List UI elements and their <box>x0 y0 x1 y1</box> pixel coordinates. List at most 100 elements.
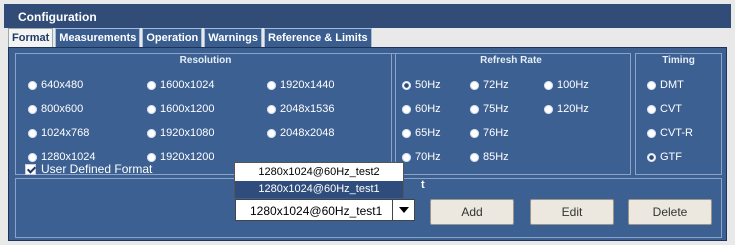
radio-label: 50Hz <box>415 79 441 91</box>
radio-res-1920x1440[interactable]: 1920x1440 <box>267 79 334 91</box>
radio-dot-selected <box>402 80 411 90</box>
radio-label: 1920x1080 <box>160 127 215 139</box>
radio-label: 2048x1536 <box>280 103 335 115</box>
radio-label: 75Hz <box>483 103 509 115</box>
checkbox-label: User Defined Format <box>41 162 153 176</box>
radio-dot <box>647 104 656 114</box>
configuration-window: Configuration Format Measurements Operat… <box>0 0 735 245</box>
format-select[interactable]: 1280x1024@60Hz_test1 <box>235 199 415 221</box>
radio-label: 85Hz <box>483 151 509 163</box>
radio-timing-cvt[interactable]: CVT <box>647 103 682 115</box>
radio-dot-selected <box>647 152 656 162</box>
radio-rate-70hz[interactable]: 70Hz <box>402 151 441 163</box>
radio-rate-85hz[interactable]: 85Hz <box>470 151 509 163</box>
radio-dot <box>147 104 156 114</box>
radio-dot <box>267 80 276 90</box>
radio-label: DMT <box>660 79 684 91</box>
radio-label: 70Hz <box>415 151 441 163</box>
radio-timing-cvt-r[interactable]: CVT-R <box>647 127 693 139</box>
radio-dot <box>544 104 553 114</box>
radio-res-1600x1200[interactable]: 1600x1200 <box>147 103 214 115</box>
edit-button[interactable]: Edit <box>530 199 614 225</box>
radio-timing-dmt[interactable]: DMT <box>647 79 684 91</box>
radio-dot <box>267 128 276 138</box>
tab-operation[interactable]: Operation <box>142 28 203 47</box>
radio-timing-gtf[interactable]: GTF <box>647 151 682 163</box>
format-label-fragment: t <box>421 179 425 191</box>
radio-dot <box>402 104 411 114</box>
refresh-rate-title: Refresh Rate <box>480 55 542 66</box>
tab-warnings[interactable]: Warnings <box>204 28 262 47</box>
radio-res-1024x768[interactable]: 1024x768 <box>28 127 89 139</box>
radio-dot <box>28 128 37 138</box>
checkbox-checked-icon <box>25 163 36 175</box>
window-title: Configuration <box>18 10 97 24</box>
resolution-title: Resolution <box>179 55 232 66</box>
radio-dot <box>470 104 479 114</box>
radio-res-800x600[interactable]: 800x600 <box>28 103 83 115</box>
resolution-group: Resolution 640x480 800x600 1024x768 1280… <box>15 53 396 175</box>
radio-label: 640x480 <box>41 79 84 91</box>
radio-label: 60Hz <box>415 103 441 115</box>
radio-dot <box>647 128 656 138</box>
radio-label: GTF <box>660 151 682 163</box>
radio-rate-72hz[interactable]: 72Hz <box>470 79 509 91</box>
radio-res-1920x1200[interactable]: 1920x1200 <box>147 151 214 163</box>
radio-label: 65Hz <box>415 127 441 139</box>
radio-dot <box>28 80 37 90</box>
radio-res-2048x1536[interactable]: 2048x1536 <box>267 103 334 115</box>
radio-rate-76hz[interactable]: 76Hz <box>470 127 509 139</box>
dropdown-item-test1[interactable]: 1280x1024@60Hz_test1 <box>235 181 403 198</box>
radio-label: 1920x1200 <box>160 151 215 163</box>
radio-rate-75hz[interactable]: 75Hz <box>470 103 509 115</box>
timing-title: Timing <box>662 55 695 66</box>
radio-dot <box>147 128 156 138</box>
radio-dot <box>470 128 479 138</box>
radio-rate-120hz[interactable]: 120Hz <box>544 103 589 115</box>
radio-rate-100hz[interactable]: 100Hz <box>544 79 589 91</box>
radio-res-2048x2048[interactable]: 2048x2048 <box>267 127 334 139</box>
radio-rate-50hz[interactable]: 50Hz <box>402 79 441 91</box>
radio-res-1600x1024[interactable]: 1600x1024 <box>147 79 214 91</box>
tab-bar: Format Measurements Operation Warnings R… <box>8 28 374 47</box>
radio-label: CVT <box>660 103 682 115</box>
format-select-value: 1280x1024@60Hz_test1 <box>250 204 383 218</box>
timing-group: Timing DMT CVT CVT-R GTF <box>635 53 722 175</box>
radio-rate-65hz[interactable]: 65Hz <box>402 127 441 139</box>
tab-measurements[interactable]: Measurements <box>55 28 141 47</box>
radio-dot <box>28 104 37 114</box>
radio-label: 72Hz <box>483 79 509 91</box>
add-button[interactable]: Add <box>430 199 514 225</box>
radio-dot <box>147 152 156 162</box>
title-bar: Configuration <box>4 4 731 28</box>
tab-reference-limits[interactable]: Reference & Limits <box>264 28 372 47</box>
radio-res-640x480[interactable]: 640x480 <box>28 79 83 91</box>
radio-label: CVT-R <box>660 127 693 139</box>
radio-label: 76Hz <box>483 127 509 139</box>
radio-dot <box>267 104 276 114</box>
tab-format[interactable]: Format <box>8 28 54 47</box>
radio-label: 100Hz <box>557 79 589 91</box>
format-dropdown-list: 1280x1024@60Hz_test2 1280x1024@60Hz_test… <box>234 162 404 198</box>
radio-rate-60hz[interactable]: 60Hz <box>402 103 441 115</box>
chevron-down-icon[interactable] <box>392 200 414 220</box>
radio-label: 1920x1440 <box>280 79 335 91</box>
delete-button[interactable]: Delete <box>628 199 712 225</box>
radio-dot <box>147 80 156 90</box>
radio-res-1920x1080[interactable]: 1920x1080 <box>147 127 214 139</box>
radio-dot <box>647 80 656 90</box>
radio-dot <box>402 128 411 138</box>
radio-dot <box>28 152 37 162</box>
radio-dot <box>470 80 479 90</box>
radio-label: 120Hz <box>557 103 589 115</box>
radio-dot <box>402 152 411 162</box>
refresh-rate-group: Refresh Rate 50Hz 60Hz 65Hz 70Hz 72Hz 75… <box>391 53 631 175</box>
radio-dot <box>544 80 553 90</box>
dropdown-item-test2[interactable]: 1280x1024@60Hz_test2 <box>235 164 403 181</box>
radio-label: 1600x1200 <box>160 103 215 115</box>
user-defined-format-checkbox[interactable]: User Defined Format <box>25 162 152 176</box>
radio-label: 1600x1024 <box>160 79 215 91</box>
radio-label: 800x600 <box>41 103 84 115</box>
radio-label: 1024x768 <box>41 127 90 139</box>
radio-label: 2048x2048 <box>280 127 335 139</box>
